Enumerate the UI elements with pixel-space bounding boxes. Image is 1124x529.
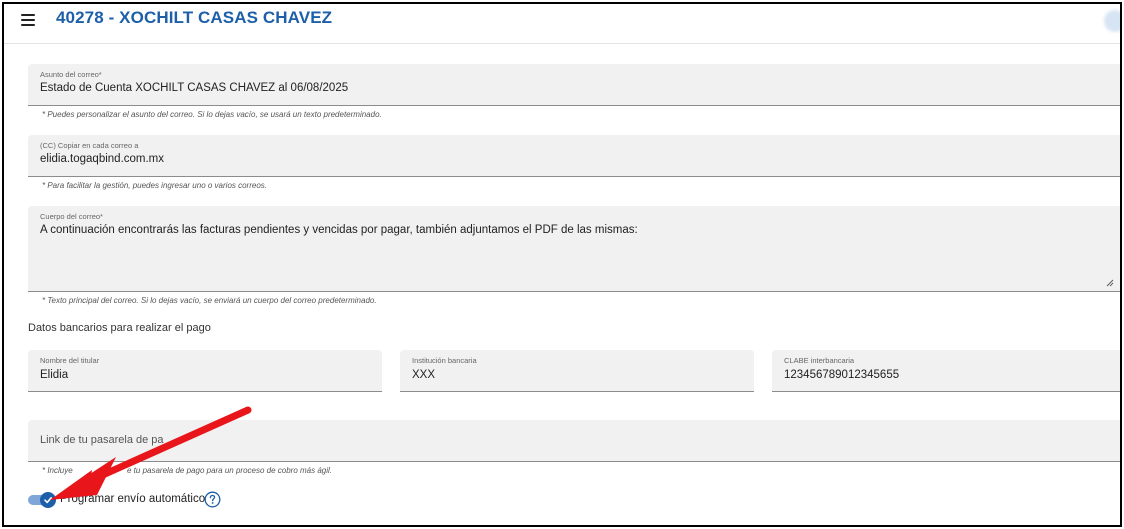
cc-label: (CC) Copiar en cada correo a [40,141,139,150]
body-label: Cuerpo del correo* [40,212,103,221]
institution-input[interactable]: XXX [412,369,435,381]
cc-field[interactable]: (CC) Copiar en cada correo a elidia.toga… [28,135,1120,177]
cc-input[interactable]: elidia.togaqbind.com.mx [40,153,164,165]
top-bar: 40278 - XOCHILT CASAS CHAVEZ [4,4,1120,44]
body-field[interactable]: Cuerpo del correo* A continuación encont… [28,206,1120,292]
subject-hint: * Puedes personalizar el asunto del corr… [42,110,382,119]
email-config-panel: 40278 - XOCHILT CASAS CHAVEZ Asunto del … [2,2,1122,527]
auto-send-row: Programar envío automático [28,491,248,509]
bank-section-title: Datos bancarios para realizar el pago [28,322,211,334]
clabe-input[interactable]: 123456789012345655 [784,369,899,381]
question-circle-icon[interactable] [204,491,221,508]
payment-link-field[interactable]: Link de tu pasarela de pa [28,420,1120,462]
subject-label: Asunto del correo* [40,70,102,79]
payment-link-hint-end: e tu pasarela de pago para un proceso de… [127,466,333,475]
institution-field[interactable]: Institución bancaria XXX [400,350,754,392]
auto-send-label: Programar envío automático [60,493,206,505]
body-textarea[interactable]: A continuación encontrarás las facturas … [40,224,638,236]
body-hint: * Texto principal del correo. Si lo deja… [42,296,377,305]
payment-link-input[interactable]: Link de tu pasarela de pa [40,434,164,446]
payment-link-hint-start: * Incluye [42,466,73,475]
avatar[interactable] [1104,10,1120,32]
holder-name-input[interactable]: Elidia [40,369,68,381]
holder-name-field[interactable]: Nombre del titular Elidia [28,350,382,392]
hamburger-menu-icon[interactable] [21,14,35,26]
clabe-field[interactable]: CLABE interbancaria 123456789012345655 [772,350,1120,392]
subject-input[interactable]: Estado de Cuenta XOCHILT CASAS CHAVEZ al… [40,82,348,94]
subject-field[interactable]: Asunto del correo* Estado de Cuenta XOCH… [28,64,1120,106]
cc-hint: * Para facilitar la gestión, puedes ingr… [42,181,268,190]
institution-label: Institución bancaria [412,356,477,365]
page-title: 40278 - XOCHILT CASAS CHAVEZ [56,8,333,27]
resize-handle-icon[interactable] [1106,279,1114,287]
holder-name-label: Nombre del titular [40,356,100,365]
check-icon[interactable] [40,492,56,508]
clabe-label: CLABE interbancaria [784,356,855,365]
